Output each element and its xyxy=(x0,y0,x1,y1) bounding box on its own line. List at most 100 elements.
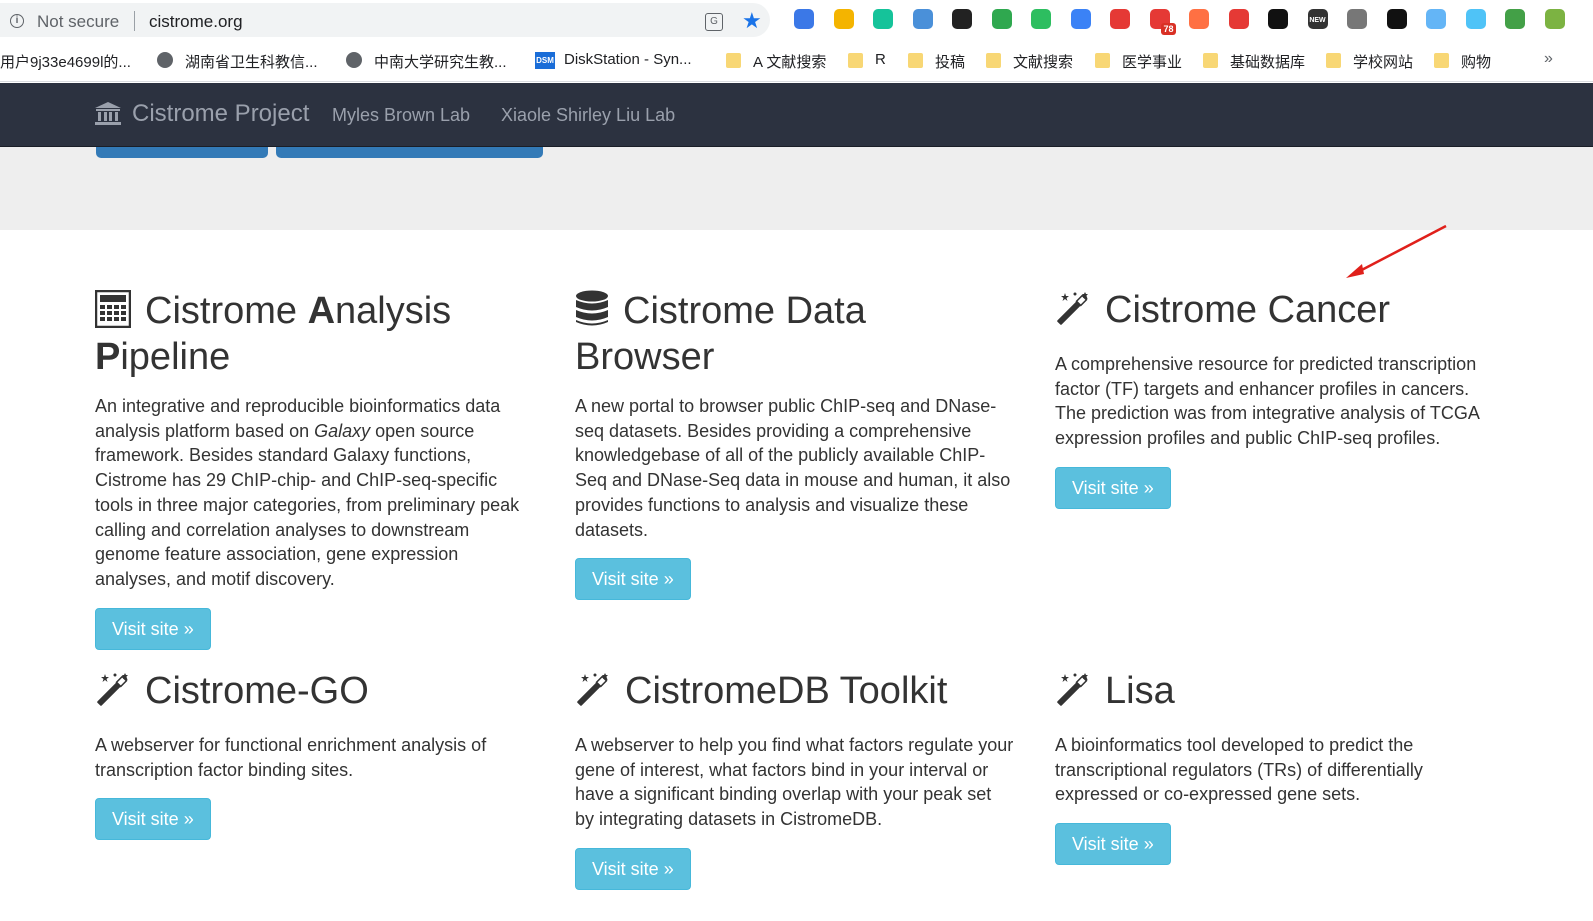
brand-link[interactable]: Cistrome Project xyxy=(132,100,309,128)
visit-site-button[interactable]: Visit site » xyxy=(95,798,211,841)
folder-icon xyxy=(1095,53,1110,68)
card-title: CistromeDB Toolkit xyxy=(575,671,1015,717)
bookmark-item[interactable]: 投稿 xyxy=(935,51,965,72)
site-navbar: Cistrome Project Myles Brown Lab Xiaole … xyxy=(0,83,1593,147)
chart-icon[interactable] xyxy=(1110,9,1130,29)
card-title: Cistrome Data Browser xyxy=(575,290,1015,378)
translate-icon[interactable]: G xyxy=(705,13,723,31)
description-text: open source framework. Besides standard … xyxy=(95,420,520,589)
card-description: A webserver to help you find what factor… xyxy=(575,735,1014,830)
card-title-text: Cistrome Cancer xyxy=(1105,289,1391,331)
grammarly-icon[interactable] xyxy=(873,9,893,29)
flask-icon[interactable] xyxy=(833,9,854,29)
url-text[interactable]: cistrome.org xyxy=(149,12,243,32)
card-cistrome-cancer: Cistrome Cancer A comprehensive resource… xyxy=(1055,290,1495,509)
folder-icon xyxy=(1434,53,1449,68)
bookmark-item[interactable]: 基础数据库 xyxy=(1230,51,1305,72)
magic-wand-icon xyxy=(1055,291,1091,336)
folder-icon xyxy=(1326,53,1341,68)
card-title-text: Cistrome-GO xyxy=(145,670,369,712)
check-icon[interactable] xyxy=(1426,9,1446,29)
bookmark-star-icon[interactable]: ★ xyxy=(742,8,762,34)
ring-icon[interactable] xyxy=(1189,9,1209,29)
fish-icon[interactable] xyxy=(1386,9,1407,29)
globe-icon xyxy=(346,52,362,68)
mask-icon[interactable] xyxy=(952,9,972,29)
shield-icon[interactable] xyxy=(1505,9,1525,29)
card-analysis-pipeline: Cistrome Analysis Pipeline An integrativ… xyxy=(94,289,535,650)
notification-badge: 78 xyxy=(1161,23,1176,35)
grid-icon[interactable] xyxy=(1228,9,1249,29)
bookmark-item[interactable]: 文献搜索 xyxy=(1013,51,1073,72)
bookmark-item[interactable]: A 文献搜索 xyxy=(753,51,826,72)
annotation-arrow xyxy=(1346,224,1447,278)
magic-wand-icon xyxy=(575,672,611,717)
card-cistrome-go: Cistrome-GO A webserver for functional e… xyxy=(95,671,535,841)
database-icon xyxy=(575,290,609,337)
bookmark-item[interactable]: 学校网站 xyxy=(1353,51,1413,72)
card-title: Cistrome Cancer xyxy=(1055,290,1495,336)
bookmarks-bar: 用户9j33e4699l的... 湖南省卫生科教信... 中南大学研究生教... DS… xyxy=(0,40,1593,82)
visit-site-button[interactable]: Visit site » xyxy=(1055,823,1171,866)
bookmark-item[interactable]: R xyxy=(875,51,886,68)
lock-icon[interactable] xyxy=(1268,9,1288,29)
brain-icon[interactable] xyxy=(1347,9,1367,29)
card-title-text: Lisa xyxy=(1105,670,1175,712)
info-icon[interactable]: i xyxy=(10,14,24,28)
institution-icon xyxy=(95,102,121,125)
news-icon[interactable]: NEW xyxy=(1307,9,1328,29)
dsm-icon: DSM xyxy=(535,52,555,69)
hero-button-right[interactable] xyxy=(276,147,543,158)
puzzle-icon[interactable] xyxy=(794,9,814,29)
bookmark-item[interactable]: 用户9j33e4699l的... xyxy=(0,51,131,72)
card-description: A new portal to browser public ChIP-seq … xyxy=(575,396,1011,540)
folder-icon xyxy=(848,53,863,68)
card-description: A bioinformatics tool developed to predi… xyxy=(1055,735,1423,805)
cloud-icon[interactable] xyxy=(1465,9,1486,29)
bookmark-item[interactable]: DiskStation - Syn... xyxy=(564,51,692,68)
globe-icon xyxy=(157,52,173,68)
card-title: Cistrome-GO xyxy=(95,671,535,717)
card-title-text: Cistrome Data Browser xyxy=(575,290,866,378)
hero-button-left[interactable] xyxy=(96,147,268,158)
magic-wand-icon xyxy=(95,672,131,717)
bookmark-item[interactable]: 湖南省卫生科教信... xyxy=(185,51,318,72)
card-description: An integrative and reproducible bioinfor… xyxy=(95,394,535,592)
folder-icon xyxy=(908,53,923,68)
calculator-icon xyxy=(94,289,132,337)
card-title-text: CistromeDB Toolkit xyxy=(625,670,948,712)
bookmark-item[interactable]: 医学事业 xyxy=(1122,51,1182,72)
mail-icon[interactable]: 78 xyxy=(1149,9,1176,35)
extension-label: NEW xyxy=(1309,17,1326,24)
pen-icon[interactable] xyxy=(1070,9,1091,29)
visit-site-button[interactable]: Visit site » xyxy=(575,847,691,890)
browser-toolbar: i Not secure cistrome.org G ★ 78 NEW xyxy=(0,0,1593,40)
folder-icon xyxy=(986,53,1001,68)
card-description: A comprehensive resource for predicted t… xyxy=(1055,354,1479,449)
address-bar[interactable]: i Not secure cistrome.org G ★ xyxy=(0,3,770,37)
evernote-icon[interactable] xyxy=(1031,9,1051,29)
visit-site-button[interactable]: Visit site » xyxy=(575,558,691,601)
hero-jumbotron xyxy=(0,147,1593,230)
diamond-icon[interactable] xyxy=(991,9,1012,29)
feed-icon[interactable] xyxy=(912,9,933,29)
card-lisa: Lisa A bioinformatics tool developed to … xyxy=(1055,671,1495,866)
card-description: A webserver for functional enrichment an… xyxy=(95,735,487,780)
security-label[interactable]: Not secure xyxy=(37,12,119,32)
earth-icon[interactable] xyxy=(1544,9,1565,29)
card-title: Lisa xyxy=(1055,671,1495,717)
url-separator xyxy=(134,11,135,31)
bookmarks-overflow-button[interactable]: » xyxy=(1544,50,1553,68)
card-title: Cistrome Analysis Pipeline xyxy=(94,289,535,378)
card-title-text: Cistrome Analysis Pipeline xyxy=(95,290,452,378)
visit-site-button[interactable]: Visit site » xyxy=(95,607,211,650)
bookmark-item[interactable]: 购物 xyxy=(1461,51,1491,72)
folder-icon xyxy=(1203,53,1218,68)
nav-link-xiaole-shirley-liu-lab[interactable]: Xiaole Shirley Liu Lab xyxy=(501,105,675,126)
galaxy-emphasis: Galaxy xyxy=(314,420,371,441)
bookmark-item[interactable]: 中南大学研究生教... xyxy=(374,51,507,72)
folder-icon xyxy=(726,53,741,68)
magic-wand-icon xyxy=(1055,672,1091,717)
visit-site-button[interactable]: Visit site » xyxy=(1055,466,1171,509)
nav-link-myles-brown-lab[interactable]: Myles Brown Lab xyxy=(332,105,470,126)
